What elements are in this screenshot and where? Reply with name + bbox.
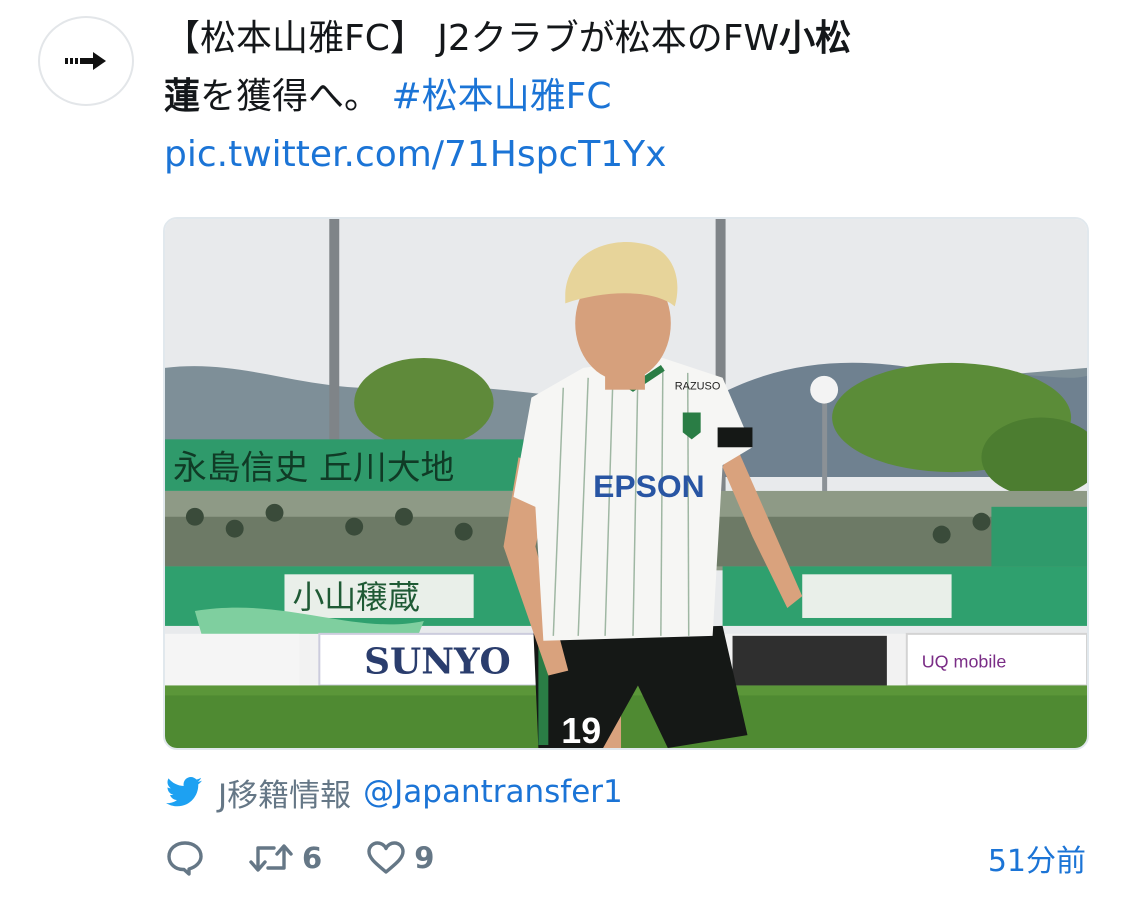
- tweet-actions: 6 9 51分前: [166, 836, 1088, 880]
- retweet-button[interactable]: 6: [248, 841, 322, 875]
- photo-banner-text: 小山穣蔵: [292, 578, 419, 616]
- account-name[interactable]: J移籍情報: [218, 770, 351, 815]
- arrow-right-icon: [65, 52, 106, 70]
- heart-icon: [367, 841, 405, 874]
- like-button[interactable]: 9: [366, 841, 434, 875]
- ad-board-uq: UQ mobile: [922, 652, 1007, 672]
- retweet-icon: [249, 844, 293, 872]
- player-name-part: 小松: [779, 18, 852, 59]
- reply-button[interactable]: [166, 840, 204, 876]
- twitter-bird-icon: [166, 777, 202, 807]
- jersey-brand: RAZUSO: [675, 381, 721, 393]
- pic-link[interactable]: pic.twitter.com/71HspcT1Yx: [164, 126, 1064, 184]
- retweet-count: 6: [302, 841, 323, 875]
- tweet-text-part: を獲得へ。: [200, 76, 392, 117]
- tweet-source[interactable]: J移籍情報 @Japantransfer1: [166, 770, 623, 814]
- player-name-part: 蓮: [164, 76, 201, 117]
- shorts-number: 19: [561, 711, 601, 748]
- photo-illustration: 永島信史 丘川大地 小山穣蔵 SUNYO UQ mobile 19 RAZUSO…: [165, 219, 1087, 748]
- like-count: 9: [414, 841, 435, 875]
- account-handle[interactable]: @Japantransfer1: [363, 774, 623, 810]
- ad-board-sunyo: SUNYO: [364, 641, 511, 683]
- reply-icon: [167, 841, 203, 876]
- tweet-photo[interactable]: 永島信史 丘川大地 小山穣蔵 SUNYO UQ mobile 19 RAZUSO…: [163, 217, 1089, 750]
- tweet-line-2: 蓮を獲得へ。 #松本山雅FC: [164, 68, 1064, 126]
- jersey-sponsor: EPSON: [593, 468, 705, 504]
- hashtag-link[interactable]: #松本山雅FC: [391, 76, 611, 117]
- photo-banner-text: 永島信史 丘川大地: [173, 448, 454, 487]
- tweet-text-part: 【松本山雅FC】 J2クラブが松本のFW: [164, 18, 780, 59]
- timestamp-link[interactable]: 51分前: [988, 836, 1086, 880]
- tweet-line-1: 【松本山雅FC】 J2クラブが松本のFW小松: [164, 10, 1064, 68]
- tweet-text: 【松本山雅FC】 J2クラブが松本のFW小松 蓮を獲得へ。 #松本山雅FC pi…: [164, 10, 1064, 184]
- avatar[interactable]: [38, 16, 134, 106]
